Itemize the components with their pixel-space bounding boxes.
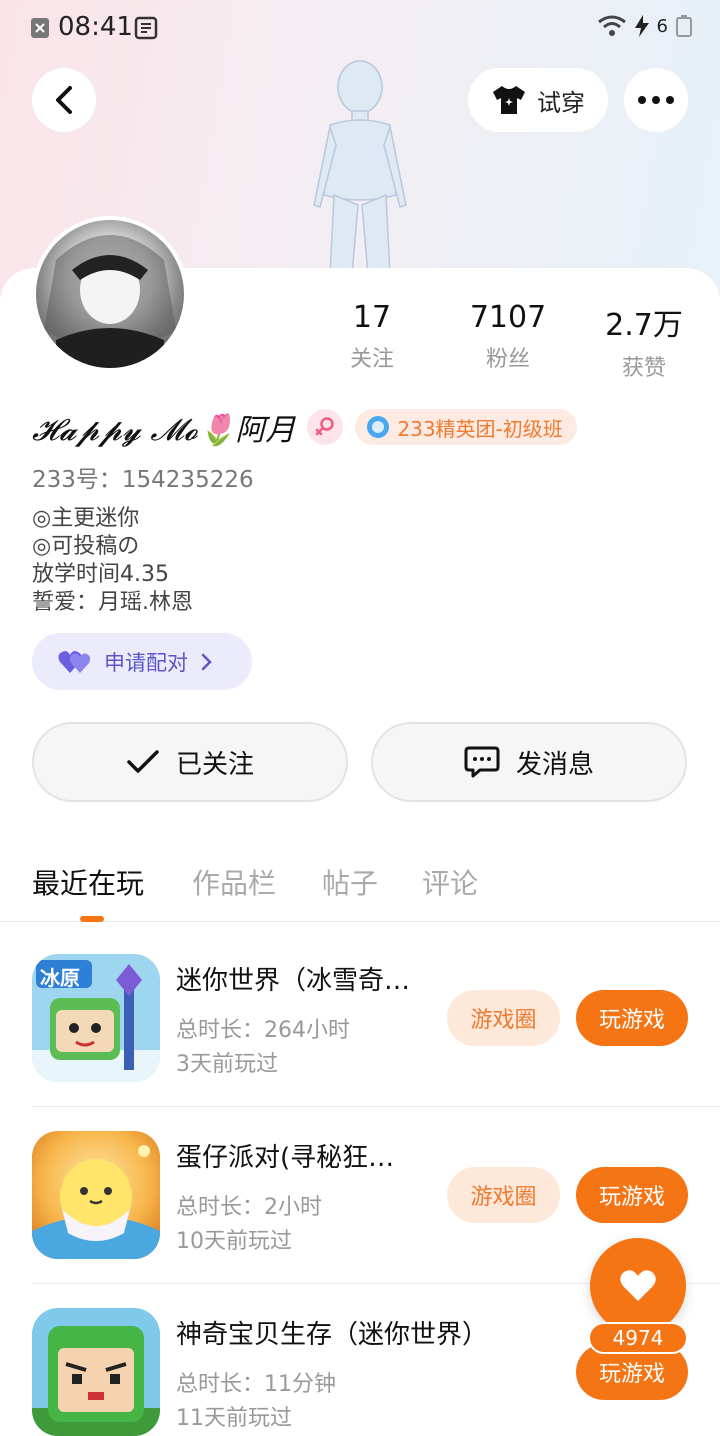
game-row[interactable]: 冰原 迷你世界（冰雪奇… 总时长：264小时 3天前玩过 游戏圈 玩游戏 (0, 930, 720, 1107)
avatar-figure-image (313, 60, 407, 275)
battery-level: 6 (656, 15, 668, 37)
stat-following[interactable]: 17 关注 (312, 300, 432, 373)
back-button[interactable] (32, 68, 96, 132)
status-bar: 08:41 6 (0, 0, 720, 56)
group-badge-label: 233精英团-初级班 (397, 416, 563, 441)
tab-indicator (80, 916, 104, 922)
game-icon-text: 冰原 (40, 966, 80, 990)
like-button[interactable] (590, 1238, 686, 1334)
followed-button[interactable]: 已关注 (32, 722, 348, 802)
female-gender-icon (307, 409, 344, 445)
stat-likes-value: 2.7万 (605, 308, 683, 343)
game-circle-button[interactable]: 游戏圈 (447, 990, 560, 1046)
tshirt-icon (493, 86, 525, 114)
game-duration: 总时长：11分钟 (176, 1372, 336, 1397)
status-time: 08:41 (58, 12, 133, 42)
tab-posts[interactable]: 帖子 (322, 862, 378, 902)
game-title: 迷你世界（冰雪奇… (176, 966, 411, 996)
game-circle-button[interactable]: 游戏圈 (447, 1167, 560, 1223)
game-title: 蛋仔派对(寻秘狂… (176, 1143, 395, 1173)
chevron-right-icon (201, 653, 212, 670)
game-last-played: 11天前玩过 (176, 1406, 292, 1431)
profile-name-row: 𝓗𝓪𝓹𝓹𝔂 𝓜𝓸🌷阿月 233精英团-初级班 (32, 404, 577, 450)
game-icon-eggy-party[interactable] (32, 1131, 160, 1259)
try-on-button[interactable]: 试穿 (468, 68, 608, 132)
send-message-button[interactable]: 发消息 (371, 722, 687, 802)
request-pair-label: 申请配对 (104, 650, 188, 675)
game-icon-pokemon-survival[interactable] (32, 1308, 160, 1436)
battery-icon (676, 15, 692, 37)
notification-icon (31, 18, 49, 38)
app-notification-icon (134, 16, 158, 40)
game-last-played: 10天前玩过 (176, 1229, 292, 1254)
stat-likes-label: 获赞 (621, 356, 666, 381)
followed-label: 已关注 (175, 749, 254, 780)
stat-following-value: 17 (352, 300, 392, 335)
chevron-left-icon (56, 86, 72, 114)
try-on-label: 试穿 (537, 88, 585, 117)
username: 𝓗𝓪𝓹𝓹𝔂 𝓜𝓸🌷阿月 (32, 413, 296, 448)
message-icon (464, 746, 500, 778)
bio-line: 誓爱：月瑶.林恩 (32, 590, 193, 615)
stat-following-label: 关注 (349, 347, 394, 372)
heart-icon (620, 1270, 656, 1301)
user-id: 233号：154235226 (32, 467, 254, 493)
tab-works[interactable]: 作品栏 (192, 862, 276, 902)
more-options-button[interactable] (624, 68, 688, 132)
stat-followers-value: 7107 (469, 300, 547, 335)
tab-recently-played[interactable]: 最近在玩 (32, 862, 144, 902)
group-badge[interactable]: 233精英团-初级班 (355, 409, 577, 445)
request-pair-button[interactable]: 申请配对 (32, 633, 252, 690)
bio-line: ◎主更迷你 (32, 506, 140, 531)
tab-comments[interactable]: 评论 (422, 862, 478, 902)
play-game-button[interactable]: 玩游戏 (576, 1167, 688, 1223)
bio-line: 放学时间4.35 (32, 562, 169, 587)
check-icon (127, 750, 159, 773)
game-title: 神奇宝贝生存（迷你世界） (176, 1320, 489, 1350)
game-duration: 总时长：264小时 (176, 1018, 350, 1043)
wifi-icon (597, 15, 626, 36)
bio-line: ◎可投稿の (32, 534, 140, 559)
send-message-label: 发消息 (515, 749, 594, 780)
badge-icon (367, 416, 390, 438)
profile-tabs: 最近在玩 作品栏 帖子 评论 (0, 850, 720, 922)
like-count: 4974 (588, 1322, 688, 1354)
avatar-image (44, 235, 176, 368)
stat-followers-label: 粉丝 (485, 347, 530, 372)
more-icon (638, 96, 674, 104)
game-icon-mini-world-ice[interactable]: 冰原 (32, 954, 160, 1082)
charging-icon (634, 15, 649, 37)
stat-likes[interactable]: 2.7万 获赞 (584, 300, 704, 382)
game-last-played: 3天前玩过 (176, 1052, 278, 1077)
stat-followers[interactable]: 7107 粉丝 (448, 300, 568, 373)
play-game-button[interactable]: 玩游戏 (576, 990, 688, 1046)
heart-pair-icon (58, 650, 91, 673)
avatar[interactable] (32, 216, 188, 372)
game-duration: 总时长：2小时 (176, 1195, 322, 1220)
bio: ◎主更迷你 ◎可投稿の 放学时间4.35 誓爱：月瑶.林恩 (32, 505, 193, 617)
